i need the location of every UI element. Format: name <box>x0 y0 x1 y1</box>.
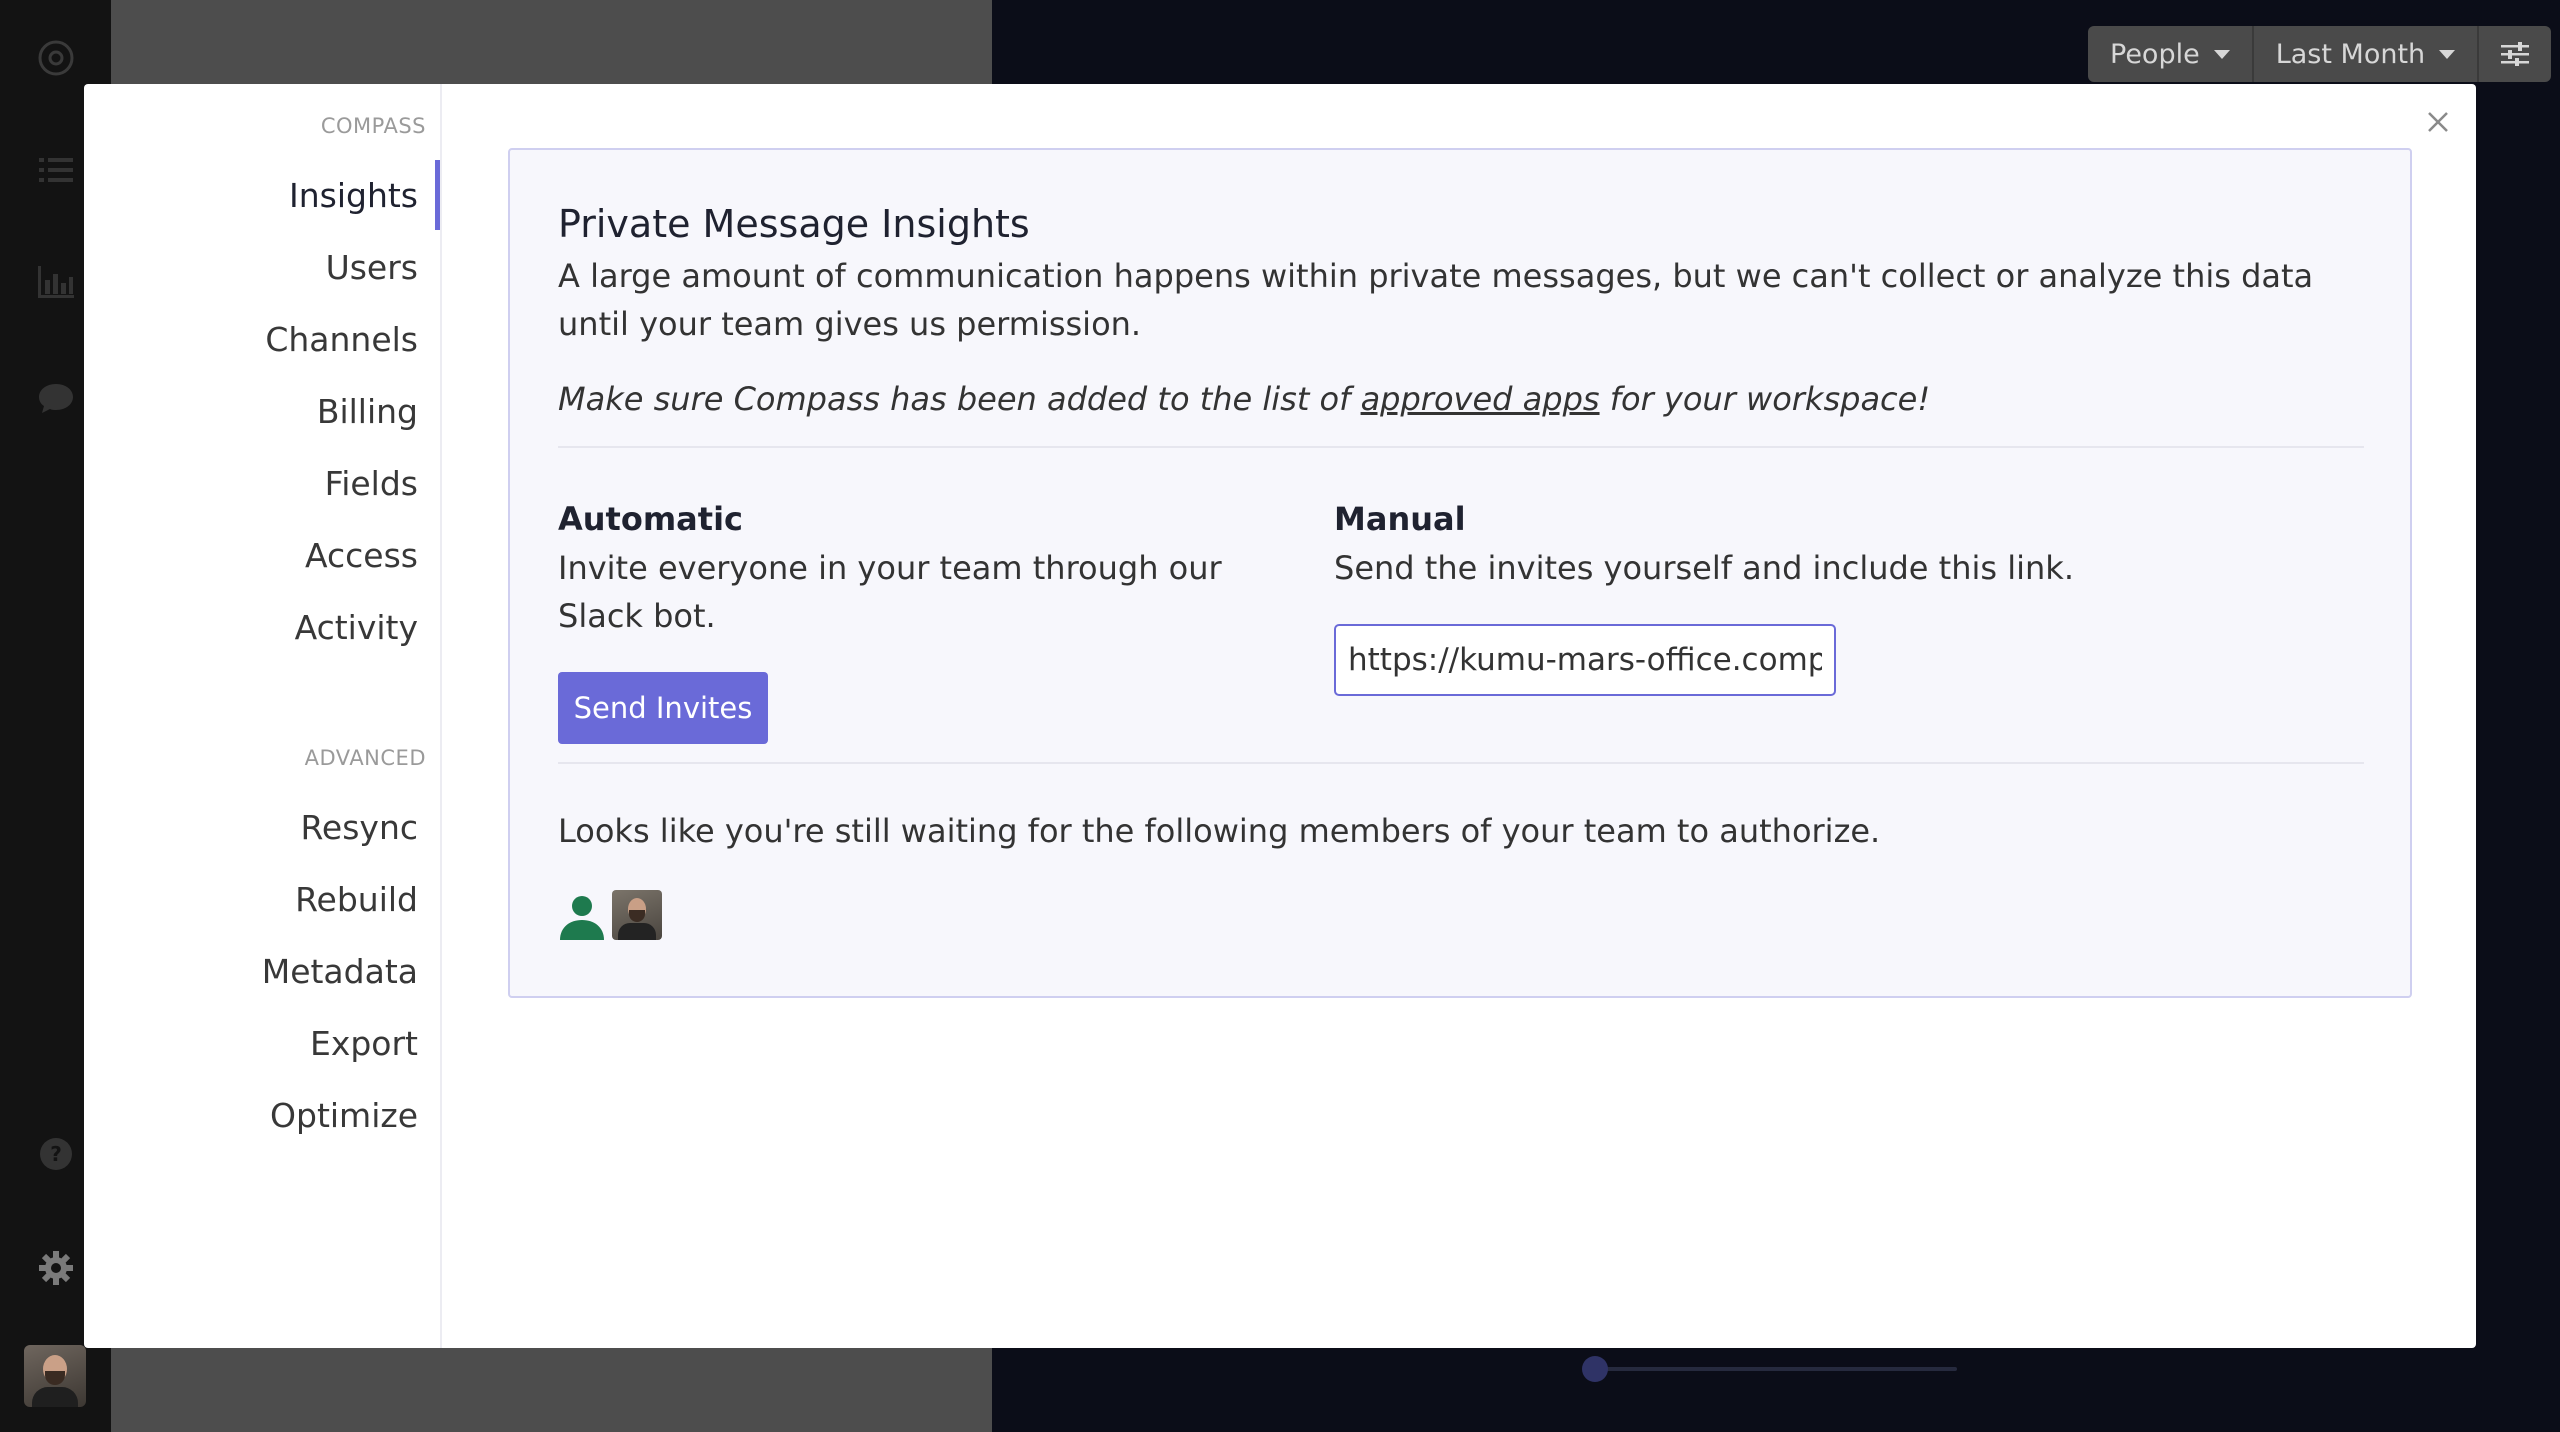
nav-item-billing[interactable]: Billing <box>140 376 440 446</box>
nav-item-metadata[interactable]: Metadata <box>140 936 440 1006</box>
nav-item-access[interactable]: Access <box>140 520 440 590</box>
send-invites-button[interactable]: Send Invites <box>558 672 768 744</box>
timeline-slider-handle[interactable] <box>1582 1356 1608 1382</box>
timeline-slider-track[interactable] <box>1585 1367 1957 1371</box>
divider <box>558 762 2364 764</box>
private-message-insights-card: Private Message Insights A large amount … <box>508 148 2412 998</box>
invite-link-field[interactable] <box>1334 624 1836 696</box>
chat-bubble-icon[interactable] <box>36 378 76 418</box>
approved-apps-note: Make sure Compass has been added to the … <box>558 380 2378 418</box>
people-dropdown[interactable]: People <box>2088 26 2254 82</box>
user-avatar[interactable] <box>24 1345 86 1407</box>
nav-item-resync[interactable]: Resync <box>140 792 440 862</box>
manual-description: Send the invites yourself and include th… <box>1334 549 2074 587</box>
period-dropdown-label: Last Month <box>2275 38 2426 70</box>
nav-item-export[interactable]: Export <box>140 1008 440 1078</box>
compass-logo-icon[interactable] <box>36 38 76 78</box>
card-title: Private Message Insights <box>558 202 1030 246</box>
nav-item-channels[interactable]: Channels <box>140 304 440 374</box>
automatic-title: Automatic <box>558 500 743 538</box>
people-dropdown-label: People <box>2110 38 2200 70</box>
sliders-icon <box>2501 42 2530 66</box>
settings-gear-icon[interactable] <box>36 1248 76 1288</box>
filter-settings-button[interactable] <box>2479 26 2551 82</box>
waiting-members-text: Looks like you're still waiting for the … <box>558 812 1881 850</box>
close-icon[interactable] <box>2418 102 2458 142</box>
bar-chart-icon[interactable] <box>36 262 76 302</box>
manual-title: Manual <box>1334 500 1466 538</box>
nav-item-insights[interactable]: Insights <box>140 160 440 230</box>
help-icon[interactable]: ? <box>36 1134 76 1174</box>
nav-item-users[interactable]: Users <box>140 232 440 302</box>
settings-nav: COMPASS Insights Users Channels Billing … <box>84 84 442 1348</box>
default-user-avatar-icon <box>560 896 604 940</box>
list-icon[interactable] <box>36 150 76 190</box>
note-text-after: for your workspace! <box>1599 380 1931 418</box>
automatic-description: Invite everyone in your team through our… <box>558 549 1222 635</box>
nav-section-compass: COMPASS <box>320 114 426 138</box>
svg-text:?: ? <box>50 1142 62 1166</box>
nav-item-optimize[interactable]: Optimize <box>140 1080 440 1150</box>
divider <box>558 446 2364 448</box>
member-avatar <box>612 890 662 940</box>
note-text-before: Make sure Compass has been added to the … <box>558 380 1361 418</box>
nav-section-advanced: ADVANCED <box>304 746 426 770</box>
nav-item-rebuild[interactable]: Rebuild <box>140 864 440 934</box>
card-description: A large amount of communication happens … <box>558 257 2314 343</box>
approved-apps-link[interactable]: approved apps <box>1361 380 1600 418</box>
caret-down-icon <box>2439 49 2456 59</box>
nav-item-activity[interactable]: Activity <box>140 592 440 662</box>
period-dropdown[interactable]: Last Month <box>2254 26 2480 82</box>
filter-toolbar: People Last Month <box>2088 26 2552 82</box>
caret-down-icon <box>2213 49 2230 59</box>
nav-item-fields[interactable]: Fields <box>140 448 440 518</box>
settings-modal: COMPASS Insights Users Channels Billing … <box>84 84 2476 1348</box>
